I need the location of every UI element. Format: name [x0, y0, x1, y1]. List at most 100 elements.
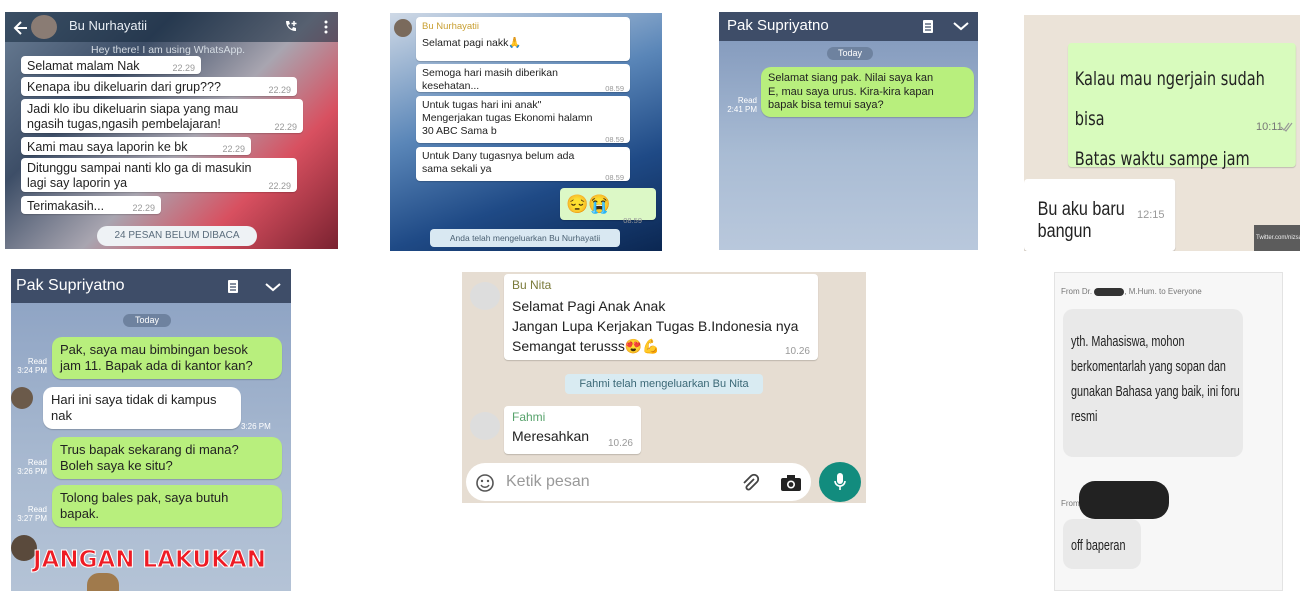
- avatar[interactable]: [11, 387, 33, 409]
- message-bubble: Semoga hari masih diberikan kesehatan...…: [416, 64, 630, 93]
- system-message: Anda telah mengeluarkan Bu Nurhayatii: [430, 229, 620, 247]
- chevron-down-icon[interactable]: [953, 21, 969, 31]
- avatar[interactable]: [470, 412, 500, 440]
- message-time: 10.26: [784, 346, 810, 357]
- redaction: [1079, 481, 1169, 519]
- sender-name: Fahmi: [512, 410, 546, 424]
- chat-title[interactable]: Pak Supriyatno: [16, 277, 125, 295]
- chat-screenshot-pak-supriyatno-guidance: Pak Supriyatno Today Read 3:24 PM Pak, sa…: [11, 269, 291, 591]
- message-bubble-outgoing: Pak, saya mau bimbingan besok jam 11. Ba…: [52, 337, 282, 379]
- read-label: Read: [27, 505, 47, 514]
- message-time: 10.26: [607, 438, 633, 449]
- message-time: 10:11: [1256, 121, 1283, 133]
- avatar[interactable]: [394, 19, 412, 37]
- date-separator: Today: [123, 314, 171, 327]
- chat-header: Pak Supriyatno: [719, 12, 978, 41]
- message-time: 08.59: [605, 173, 624, 182]
- camera-icon[interactable]: [780, 474, 802, 492]
- message-bubble: Bu Nurhayatii Selamat pagi nakk🙏: [416, 17, 630, 61]
- microphone-icon: [834, 473, 846, 490]
- unread-messages-banner[interactable]: 24 PESAN BELUM DIBACA: [97, 226, 257, 246]
- message-time: 22.29: [222, 144, 245, 154]
- chat-header: Pak Supriyatno: [11, 269, 291, 303]
- date-separator: Today: [827, 47, 873, 60]
- message-bubble: Ditunggu sampai nanti klo ga di masukin …: [21, 158, 297, 192]
- message-bubble: Jadi klo ibu dikeluarin siapa yang mau n…: [21, 99, 303, 133]
- contact-name[interactable]: Bu Nurhayatii: [69, 18, 147, 33]
- chat-screenshot-bu-nita: Bu Nita Selamat Pagi Anak Anak Jangan Lu…: [462, 272, 866, 503]
- message-time: 3:26 PM: [17, 467, 47, 476]
- message-time: 3:27 PM: [17, 514, 47, 523]
- message-text: Selamat Pagi Anak Anak Jangan Lupa Kerja…: [512, 298, 799, 354]
- message-time: 22.29: [268, 85, 291, 95]
- message-text: 😔😭: [566, 194, 611, 214]
- message-bubble: Selamat malam Nak 22.29: [21, 56, 201, 74]
- message-bubble: Hari ini saya tidak di kampus nak: [43, 387, 241, 429]
- add-call-icon[interactable]: [283, 19, 299, 35]
- system-message: Fahmi telah mengeluarkan Bu Nita: [565, 374, 763, 394]
- message-bubble: Kenapa ibu dikeluarin dari grup??? 22.29: [21, 77, 297, 96]
- read-receipt: Read 2:41 PM: [721, 96, 757, 114]
- message-text: Untuk tugas hari ini anak" Mengerjakan t…: [422, 99, 593, 137]
- watermark: Twitter.com/nizsalsa: [1254, 225, 1300, 251]
- message-bubble-outgoing: Trus bapak sekarang di mana? Boleh saya …: [52, 437, 282, 479]
- message-text: Kami mau saya laporin ke bk: [27, 140, 188, 154]
- redaction: [1094, 287, 1125, 296]
- message-text: Ditunggu sampai nanti klo ga di masukin …: [27, 161, 252, 190]
- chat-screenshot-deadline: Kalau mau ngerjain sudah bisa Batas wakt…: [1024, 15, 1300, 251]
- zoom-chat-screenshot: From Dr. , M.Hum. to Everyone yth. Mahas…: [1054, 272, 1283, 591]
- message-bubble: Untuk tugas hari ini anak" Mengerjakan t…: [416, 96, 630, 144]
- message-text: Kenapa ibu dikeluarin dari grup???: [27, 80, 221, 94]
- read-label: Read: [27, 458, 47, 467]
- double-check-icon: [1280, 122, 1293, 132]
- from-prefix: From Dr.: [1061, 287, 1093, 296]
- message-bubble: Bu Nita Selamat Pagi Anak Anak Jangan Lu…: [504, 274, 818, 360]
- chat-screenshot-bu-nurhayatii-morning: Bu Nurhayatii Selamat pagi nakk🙏 Semoga …: [390, 13, 662, 251]
- message-bubble-outgoing: Selamat siang pak. Nilai saya kan E, mau…: [761, 67, 974, 117]
- message-text: Untuk Dany tugasnya belum ada sama sekal…: [422, 150, 575, 175]
- message-bubble-outgoing: 😔😭 08.59: [560, 188, 656, 225]
- message-bubble: Fahmi Meresahkan 10.26: [504, 406, 641, 454]
- message-time: 08.59: [605, 84, 624, 93]
- sender-name: Bu Nurhayatii: [422, 21, 480, 32]
- notes-icon[interactable]: [922, 20, 934, 33]
- message-time: 2:41 PM: [727, 105, 757, 114]
- sticker-bear: [87, 573, 119, 591]
- message-text: Bu aku baru bangun: [1037, 199, 1125, 242]
- message-input-placeholder[interactable]: Ketik pesan: [506, 473, 590, 491]
- chevron-down-icon[interactable]: [265, 282, 281, 292]
- read-receipt: Read 3:26 PM: [13, 458, 47, 476]
- more-options-icon[interactable]: [323, 19, 329, 35]
- message-time: 12:15: [1137, 209, 1165, 221]
- message-text: off baperan: [1071, 537, 1126, 554]
- chat-screenshot-bu-nurhayatii-night: Bu Nurhayatii Hey there! I am using What…: [5, 12, 338, 249]
- message-time: 3:24 PM: [17, 366, 47, 375]
- avatar[interactable]: [470, 282, 500, 310]
- message-time: 08.59: [605, 135, 624, 144]
- chat-from-header: From Dr. , M.Hum. to Everyone: [1061, 287, 1202, 296]
- emoji-icon[interactable]: [476, 474, 494, 492]
- message-time: 22.29: [274, 122, 297, 132]
- read-label: Read: [27, 357, 47, 366]
- message-text: yth. Mahasiswa, mohon berkomentarlah yan…: [1071, 333, 1240, 425]
- sticker-text: JANGAN LAKUKAN: [33, 547, 267, 574]
- message-text: Jadi klo ibu dikeluarin siapa yang mau n…: [27, 102, 239, 131]
- read-receipt: Read 3:24 PM: [13, 357, 47, 375]
- message-time: 22.29: [172, 63, 195, 73]
- message-time: 3:26 PM: [241, 422, 271, 431]
- message-bubble: Terimakasih... 22.29: [21, 196, 161, 214]
- read-label: Read: [737, 96, 757, 105]
- message-text: Selamat pagi nakk🙏: [422, 37, 522, 49]
- sender-name: Bu Nita: [512, 278, 552, 292]
- notes-icon[interactable]: [227, 280, 239, 293]
- message-time: 22.29: [132, 203, 155, 213]
- chat-title[interactable]: Pak Supriyatno: [727, 17, 829, 34]
- attach-icon[interactable]: [740, 473, 760, 493]
- message-text: Selamat malam Nak: [27, 59, 140, 73]
- from-suffix: , M.Hum. to Everyone: [1124, 287, 1202, 296]
- back-arrow-icon[interactable]: [11, 18, 31, 38]
- message-time: 08.59: [623, 216, 642, 225]
- status-text: Hey there! I am using WhatsApp.: [91, 44, 246, 56]
- read-receipt: Read 3:27 PM: [13, 505, 47, 523]
- avatar[interactable]: [31, 15, 57, 39]
